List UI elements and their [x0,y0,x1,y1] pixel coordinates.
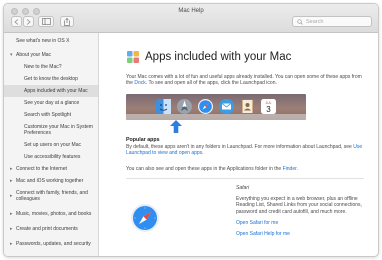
share-icon [64,17,70,26]
disclosure-open-icon[interactable]: ▾ [10,52,13,58]
window-title: Mac Help [178,8,204,14]
search-placeholder: Search [306,18,324,25]
dock-link[interactable]: Dock [134,80,145,86]
sidebar-item[interactable]: See your day at a glance [4,97,98,109]
sidebar-item-label: New to the Mac? [24,64,62,70]
safari-name: Safari [236,185,250,192]
sidebar-item[interactable]: Search with Spotlight [4,109,98,121]
sidebar-item-label: Customize your Mac in System Preferences [24,124,93,136]
sidebar-item[interactable]: Get to know the desktop [4,73,98,85]
page-title: Apps included with your Mac [145,51,292,63]
sidebar-item[interactable]: ▸ Connect with family, friends, and colle… [4,187,98,205]
sidebar-item[interactable]: ▾ About your Mac [4,49,98,61]
open-safari-help-link[interactable]: Open Safari Help for me [236,231,364,237]
dock-image: JUL 3 [126,93,306,120]
sidebar-item-label: Connect with family, friends, and collea… [16,190,88,202]
sidebar-item[interactable]: ▸ Passwords, updates, and security [4,235,98,253]
sidebar-item[interactable]: ▸ Connect to the Internet [4,163,98,175]
share-button[interactable] [60,16,74,27]
calendar-icon: JUL 3 [261,99,276,115]
disclosure-closed-icon[interactable]: ▸ [10,178,13,184]
sidebar-item[interactable]: ▸ Music, movies, photos, and books [4,205,98,223]
chevron-left-icon [14,18,19,25]
finder-icon [156,99,171,115]
sidebar-item-label: Mac and iOS working together [16,178,84,184]
sidebar-item[interactable]: New to the Mac? [4,61,98,73]
sidebar-item-label: Use accessibility features [24,154,81,160]
sidebar-item-label: About your Mac [16,52,52,58]
help-window: Mac Help Search See what's new in OS X ▾ A… [3,3,379,257]
sidebar-item-label: Create and print documents [16,226,78,232]
search-icon [297,18,303,25]
pointer-arrow-icon [170,119,182,133]
sidebar-item[interactable]: Apps included with your Mac [4,85,98,97]
contacts-icon [241,99,254,115]
open-safari-link[interactable]: Open Safari for me [236,220,364,226]
sidebar-item-label: Passwords, updates, and security [16,241,91,247]
finder-link[interactable]: Finder [283,166,297,172]
sidebar-icon [41,18,51,25]
sidebar-item[interactable]: Customize your Mac in System Preferences [4,121,98,139]
chevron-right-icon [26,18,31,25]
back-button[interactable] [11,16,22,27]
popular-apps-heading: Popular apps [126,136,160,143]
popular-apps-text: By default, these apps aren't in any fol… [126,143,363,157]
sidebar: See what's new in OS X ▾ About your Mac New… [4,33,99,256]
sidebar-item[interactable]: Use accessibility features [4,151,98,163]
launchpad-icon [177,99,192,115]
sidebar-item[interactable]: See what's new in OS X [4,33,98,49]
disclosure-closed-icon[interactable]: ▸ [10,166,13,172]
disclosure-closed-icon[interactable]: ▸ [10,193,13,199]
sidebar-toggle-button[interactable] [38,16,54,27]
sidebar-item[interactable]: ▸ Mac and iOS working together [4,175,98,187]
sidebar-item-label: Search with Spotlight [24,112,71,118]
disclosure-closed-icon[interactable]: ▸ [10,226,13,232]
intro-text: Your Mac comes with a lot of fun and use… [126,74,362,87]
title-bar: Mac Help Search [4,4,378,33]
sidebar-item-label: See what's new in OS X [16,38,70,44]
disclosure-closed-icon[interactable]: ▸ [10,211,13,217]
sidebar-item-label: Set up users on your Mac [24,142,81,148]
safari-icon [198,99,213,115]
sidebar-item-label: Apps included with your Mac [24,88,88,94]
safari-description: Everything you expect in a web browser, … [236,196,362,215]
calendar-day: 3 [266,105,271,114]
sidebar-item-label: See your day at a glance [24,100,80,106]
safari-large-icon [131,204,159,233]
sidebar-item[interactable]: Set up users on your Mac [4,139,98,151]
forward-button[interactable] [23,16,34,27]
apps-icon [127,51,139,63]
applications-folder-text: You can also see and open these apps in … [126,165,298,172]
main-content: Apps included with your Mac Your Mac com… [100,33,378,256]
divider [126,178,364,180]
mail-icon [219,99,234,115]
sidebar-item-label: Connect to the Internet [16,166,67,172]
search-field[interactable]: Search [292,16,372,27]
sidebar-item-label: Music, movies, photos, and books [16,211,92,217]
disclosure-closed-icon[interactable]: ▸ [10,241,13,247]
sidebar-item[interactable]: ▸ Create and print documents [4,223,98,235]
sidebar-item-label: Get to know the desktop [24,76,78,82]
safari-entry: Safari Everything you expect in a web br… [126,185,364,238]
